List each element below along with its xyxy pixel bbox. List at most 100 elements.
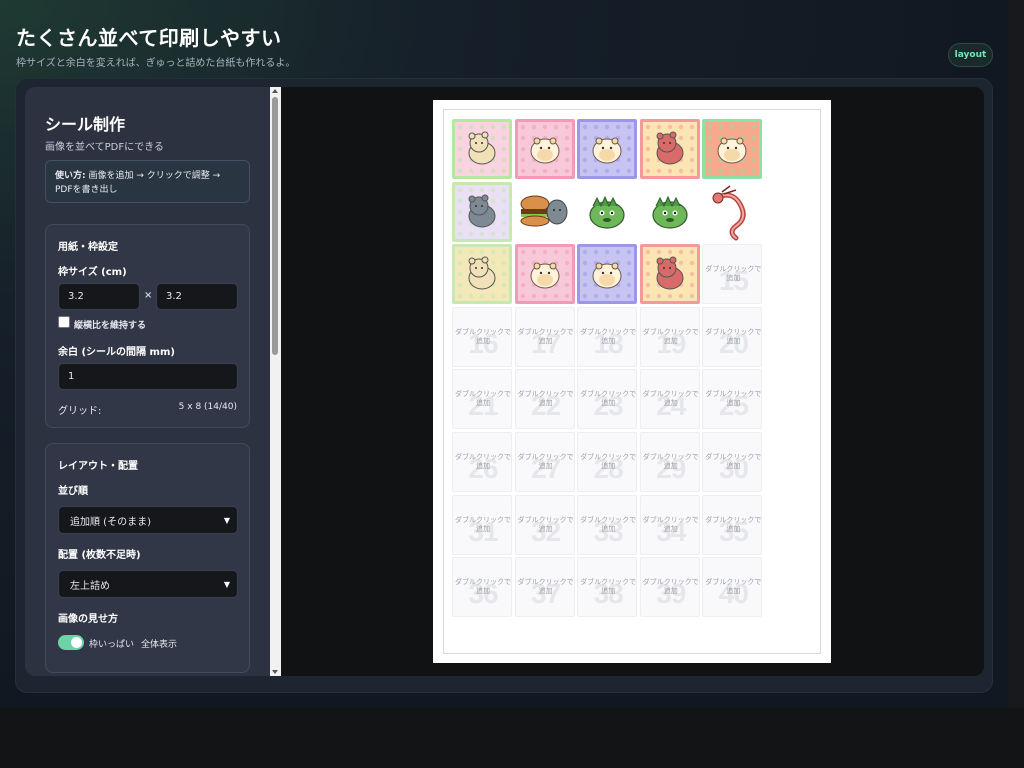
empty-sticker-cell[interactable]: 15 ダブルクリックで追加 (702, 244, 763, 305)
page-footer-area (0, 708, 1024, 768)
cell-add-hint: ダブルクリックで追加 (642, 390, 699, 408)
sticker-cell[interactable] (514, 119, 575, 179)
hamster-icon (577, 244, 638, 305)
empty-sticker-cell[interactable]: 33 ダブルクリックで追加 (577, 494, 638, 555)
page-scrollbar[interactable] (1008, 0, 1024, 708)
cell-add-hint: ダブルクリックで追加 (705, 390, 762, 408)
sidebar-scrollbar[interactable] (270, 87, 281, 676)
cell-add-hint: ダブルクリックで追加 (455, 327, 511, 345)
fill-mode-toggle[interactable] (58, 635, 84, 650)
sticker-cell[interactable] (452, 181, 512, 242)
order-select[interactable]: 追加順 (そのまま) ▼ (58, 506, 238, 534)
mouse-icon (452, 244, 512, 305)
cell-add-hint: ダブルクリックで追加 (705, 265, 762, 283)
empty-sticker-cell[interactable]: 29 ダブルクリックで追加 (639, 432, 700, 492)
fit-mode-label: 全体表示 (141, 640, 178, 650)
empty-sticker-cell[interactable]: 23 ダブルクリックで追加 (577, 369, 638, 430)
howto-label: 使い方: (55, 171, 86, 181)
empty-sticker-cell[interactable]: 27 ダブルクリックで追加 (514, 432, 575, 492)
sidebar-scroll-thumb[interactable] (272, 97, 278, 355)
cell-add-hint: ダブルクリックで追加 (517, 390, 574, 408)
sticker-cell[interactable] (452, 119, 512, 179)
cell-add-hint: ダブルクリックで追加 (580, 515, 637, 533)
dragon-icon (712, 184, 747, 241)
empty-sticker-cell[interactable]: 20 ダブルクリックで追加 (702, 306, 763, 367)
green-dino-icon (589, 195, 625, 229)
cell-add-hint: ダブルクリックで追加 (580, 327, 637, 345)
empty-sticker-cell[interactable]: 35 ダブルクリックで追加 (702, 494, 763, 555)
panel-subtitle: 画像を並べてPDFにできる (45, 142, 164, 153)
scroll-down-icon[interactable] (272, 670, 278, 674)
empty-sticker-cell[interactable]: 19 ダブルクリックで追加 (639, 306, 700, 367)
placement-select[interactable]: 左上詰め ▼ (58, 570, 238, 598)
sticker-cell[interactable] (452, 244, 512, 305)
empty-sticker-cell[interactable]: 24 ダブルクリックで追加 (639, 369, 700, 430)
scroll-up-icon[interactable] (272, 89, 278, 93)
sticker-cell[interactable] (577, 244, 638, 305)
empty-sticker-cell[interactable]: 18 ダブルクリックで追加 (577, 306, 638, 367)
cell-add-hint: ダブルクリックで追加 (705, 453, 762, 470)
hamster-icon (514, 119, 575, 179)
cell-add-hint: ダブルクリックで追加 (455, 515, 511, 533)
sticker-cell[interactable] (515, 182, 575, 242)
cell-add-hint: ダブルクリックで追加 (517, 453, 574, 470)
cell-add-hint: ダブルクリックで追加 (455, 390, 511, 408)
layout-button[interactable]: layout (948, 43, 993, 67)
display-mode-label: 画像の見せ方 (58, 614, 118, 625)
empty-sticker-cell[interactable]: 37 ダブルクリックで追加 (514, 557, 575, 618)
mouse-icon (452, 119, 512, 179)
empty-sticker-cell[interactable]: 28 ダブルクリックで追加 (577, 432, 638, 492)
empty-sticker-cell[interactable]: 22 ダブルクリックで追加 (514, 369, 575, 430)
cell-add-hint: ダブルクリックで追加 (580, 453, 637, 470)
empty-sticker-cell[interactable]: 39 ダブルクリックで追加 (639, 557, 700, 618)
keep-ratio-checkbox[interactable] (58, 316, 70, 328)
placement-label: 配置 (枚数不足時) (58, 550, 141, 561)
frame-width-input[interactable]: 3.2 (58, 283, 140, 310)
panel-title: シール制作 (45, 115, 126, 134)
empty-sticker-cell[interactable]: 40 ダブルクリックで追加 (702, 557, 763, 618)
order-select-value: 追加順 (そのまま) (70, 516, 151, 528)
empty-sticker-cell[interactable]: 38 ダブルクリックで追加 (577, 557, 638, 618)
hamster-icon (702, 119, 763, 179)
cell-add-hint: ダブルクリックで追加 (455, 578, 511, 596)
empty-sticker-cell[interactable]: 30 ダブルクリックで追加 (702, 432, 763, 492)
empty-sticker-cell[interactable]: 32 ダブルクリックで追加 (514, 494, 575, 555)
fill-mode-label: 枠いっぱい (89, 640, 135, 650)
empty-sticker-cell[interactable]: 17 ダブルクリックで追加 (514, 306, 575, 367)
sticker-cell[interactable] (514, 244, 575, 305)
order-label: 並び順 (58, 486, 88, 497)
layout-settings-heading: レイアウト・配置 (58, 461, 138, 472)
cell-add-hint: ダブルクリックで追加 (642, 453, 699, 470)
chevron-down-icon: ▼ (223, 516, 230, 525)
empty-sticker-cell[interactable]: 36 ダブルクリックで追加 (452, 557, 512, 618)
empty-sticker-cell[interactable]: 16 ダブルクリックで追加 (452, 306, 512, 367)
sticker-cell[interactable] (702, 182, 762, 242)
sticker-cell[interactable] (640, 182, 700, 242)
keep-ratio-label: 縦横比を維持する (74, 321, 147, 331)
chevron-down-icon: ▼ (223, 580, 230, 589)
sticker-cell[interactable] (577, 182, 637, 242)
print-sheet: 15 ダブルクリックで追加 16 ダブルクリックで追加 17 ダブルクリックで追加 18 ダブ… (433, 100, 831, 663)
empty-sticker-cell[interactable]: 31 ダブルクリックで追加 (452, 494, 512, 555)
empty-sticker-cell[interactable]: 26 ダブルクリックで追加 (452, 432, 512, 492)
cell-add-hint: ダブルクリックで追加 (517, 327, 574, 345)
gray-cat-icon (452, 181, 512, 242)
frame-height-input[interactable]: 3.2 (156, 283, 238, 310)
cell-add-hint: ダブルクリックで追加 (517, 515, 574, 533)
margin-label: 余白 (シールの間隔 mm) (58, 347, 175, 358)
cell-add-hint: ダブルクリックで追加 (517, 578, 574, 596)
sticker-cell[interactable] (639, 244, 700, 305)
sticker-cell[interactable] (577, 119, 638, 179)
page-subtitle: 枠サイズと余白を変えれば、ぎゅっと詰めた台紙も作れるよ。 (16, 58, 296, 69)
sticker-cell[interactable] (702, 119, 763, 179)
margin-input[interactable]: 1 (58, 363, 238, 390)
empty-sticker-cell[interactable]: 34 ダブルクリックで追加 (639, 494, 700, 555)
empty-sticker-cell[interactable]: 25 ダブルクリックで追加 (702, 369, 763, 430)
green-dino-icon (652, 195, 688, 229)
cell-add-hint: ダブルクリックで追加 (580, 578, 637, 596)
layout-settings-card: レイアウト・配置 並び順 追加順 (そのまま) ▼ 配置 (枚数不足時) 左上詰… (45, 443, 250, 673)
sticker-cell[interactable] (639, 119, 700, 179)
empty-sticker-cell[interactable]: 21 ダブルクリックで追加 (452, 369, 512, 430)
cell-add-hint: ダブルクリックで追加 (705, 327, 762, 345)
cat-icon (639, 244, 700, 305)
